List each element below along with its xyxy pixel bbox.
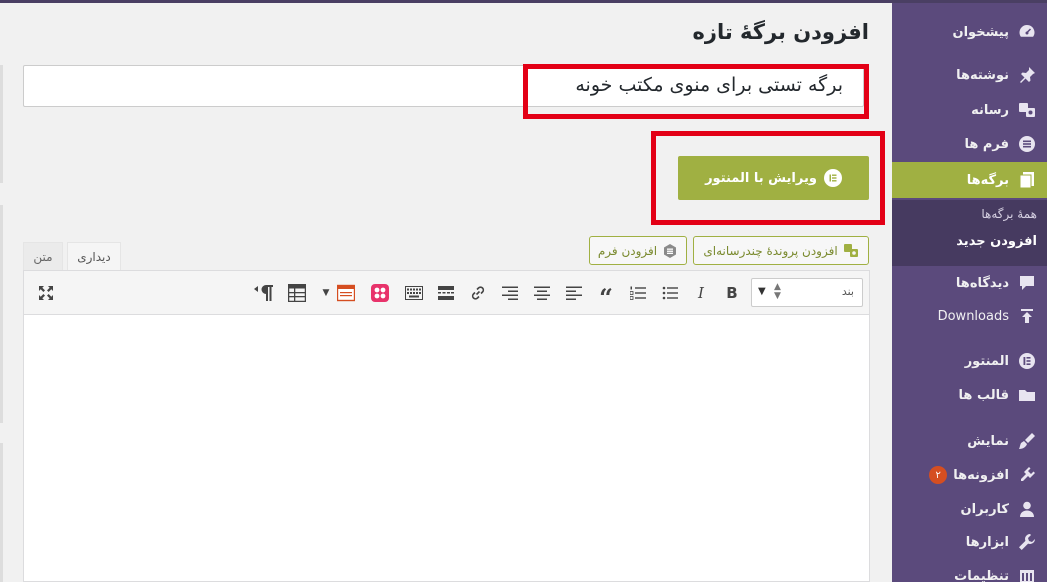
add-form-label: افزودن فرم — [597, 243, 658, 258]
sidebar-item-templates[interactable]: قالب ها — [892, 380, 1047, 410]
sidebar-item-label: فرم ها — [964, 136, 1009, 152]
sidebar-item-downloads[interactable]: Downloads — [892, 301, 1047, 331]
table-grid-icon — [288, 284, 306, 302]
bullet-list-icon — [662, 286, 678, 300]
editor-toolbar: بند ▲ ▼ ▼ B I “ ▼ — [23, 270, 870, 315]
sidebar-item-label: برگه‌ها — [966, 172, 1009, 188]
submenu-all-pages[interactable]: همهٔ برگه‌ها — [981, 207, 1037, 221]
users-icon — [1017, 499, 1037, 519]
sidebar-item-users[interactable]: کاربران — [892, 494, 1047, 524]
settings-icon — [1017, 566, 1037, 582]
bullet-list-button[interactable] — [659, 282, 681, 304]
pages-icon — [1017, 170, 1037, 190]
pin-icon — [1017, 65, 1037, 85]
fullscreen-icon — [39, 286, 53, 300]
fullscreen-button[interactable] — [35, 282, 57, 304]
sidebar-item-label: نمایش — [967, 433, 1009, 449]
download-icon — [1017, 306, 1037, 326]
more-tag-icon — [438, 286, 454, 300]
toolbar-toggle-button[interactable] — [403, 282, 425, 304]
appearance-icon — [1017, 431, 1037, 451]
add-media-button[interactable]: افزودن پروندهٔ چندرسانه‌ای — [693, 236, 869, 265]
align-center-icon — [534, 286, 550, 300]
left-panel-edge — [0, 205, 3, 423]
sidebar-item-comments[interactable]: دیدگاه‌ها — [892, 268, 1047, 298]
sidebar-item-label: ابزارها — [965, 534, 1009, 550]
sidebar-item-pages[interactable]: برگه‌ها — [884, 162, 1047, 198]
page-title: افزودن برگهٔ تازه — [692, 20, 869, 44]
sidebar-item-posts[interactable]: نوشته‌ها — [892, 60, 1047, 90]
sidebar-item-elementor[interactable]: المنتور — [892, 346, 1047, 376]
sidebar-item-media[interactable]: رسانه — [892, 95, 1047, 125]
comments-icon — [1017, 273, 1037, 293]
sidebar-item-label: Downloads — [937, 308, 1009, 324]
title-highlight-box — [523, 64, 869, 119]
sidebar-item-label: قالب ها — [958, 387, 1009, 403]
admin-sidebar: پیشخوان نوشته‌ها رسانه فرم ها برگه‌ها هم… — [884, 3, 1047, 582]
paragraph-format-select[interactable]: بند ▲ ▼ ▼ — [751, 278, 863, 307]
sidebar-item-label: المنتور — [964, 353, 1009, 369]
align-right-icon — [502, 286, 518, 300]
forms-icon — [662, 243, 678, 259]
paragraph-direction-icon — [254, 285, 273, 301]
sidebar-item-settings[interactable]: تنظیمات — [892, 561, 1047, 582]
insert-more-tag-button[interactable] — [435, 282, 457, 304]
plugin-dropdown-caret[interactable]: ▼ — [320, 282, 332, 304]
sidebar-item-label: پیشخوان — [952, 24, 1010, 40]
align-center-button[interactable] — [531, 282, 553, 304]
sidebar-item-label: تنظیمات — [954, 568, 1009, 582]
tools-icon — [1017, 532, 1037, 552]
admin-top-bar — [0, 0, 1047, 3]
forms-icon — [1017, 134, 1037, 154]
add-form-button[interactable]: افزودن فرم — [589, 236, 687, 265]
sidebar-item-plugins[interactable]: افزونه‌ها ۲ — [892, 460, 1047, 490]
tab-visual[interactable]: دیداری — [67, 242, 121, 271]
align-right-button[interactable] — [499, 282, 521, 304]
sidebar-item-label: افزونه‌ها — [953, 467, 1009, 483]
plugin-flower-button[interactable] — [369, 282, 391, 304]
left-panel-edge — [0, 443, 3, 582]
sidebar-item-dashboard[interactable]: پیشخوان — [892, 17, 1047, 47]
sidebar-item-label: کاربران — [960, 501, 1009, 517]
editor-content-area[interactable] — [23, 315, 870, 582]
link-icon — [471, 286, 485, 300]
paragraph-format-value: بند — [841, 285, 854, 298]
blockquote-button[interactable]: “ — [595, 282, 617, 312]
numbered-list-button[interactable] — [627, 282, 649, 304]
sidebar-item-tools[interactable]: ابزارها — [892, 527, 1047, 557]
sidebar-item-forms[interactable]: فرم ها — [892, 129, 1047, 159]
spinner-arrows-icon: ▲ ▼ — [774, 282, 781, 301]
align-left-icon — [566, 286, 582, 300]
align-left-button[interactable] — [563, 282, 585, 304]
caret-down-icon: ▼ — [758, 286, 766, 297]
flower-plugin-icon — [371, 284, 389, 302]
add-media-label: افزودن پروندهٔ چندرسانه‌ای — [703, 243, 838, 258]
left-panel-edge — [0, 65, 3, 183]
plugins-update-badge: ۲ — [929, 466, 948, 484]
tab-text[interactable]: متن — [23, 242, 63, 271]
submenu-add-new[interactable]: افزودن جدید — [956, 234, 1037, 249]
plugins-icon — [1017, 465, 1037, 485]
sidebar-item-label: دیدگاه‌ها — [955, 275, 1009, 291]
elementor-highlight-box — [651, 131, 885, 225]
text-direction-button[interactable] — [253, 282, 275, 304]
dashboard-icon — [1017, 22, 1037, 42]
sidebar-item-label: رسانه — [971, 102, 1009, 118]
media-icon — [1017, 100, 1037, 120]
media-icon — [843, 243, 859, 259]
sidebar-item-label: نوشته‌ها — [956, 67, 1009, 83]
sidebar-item-appearance[interactable]: نمایش — [892, 426, 1047, 456]
italic-button[interactable]: I — [690, 282, 712, 304]
folder-icon — [1017, 385, 1037, 405]
table-grid-button[interactable] — [286, 282, 308, 304]
bold-button[interactable]: B — [721, 282, 743, 304]
plugin-table-button[interactable] — [335, 282, 357, 304]
keyboard-icon — [405, 286, 423, 300]
pages-submenu: همهٔ برگه‌ها افزودن جدید — [892, 200, 1047, 266]
numbered-list-icon — [630, 286, 646, 300]
elementor-icon — [1017, 351, 1037, 371]
insert-link-button[interactable] — [467, 282, 489, 304]
red-table-icon — [337, 284, 355, 302]
